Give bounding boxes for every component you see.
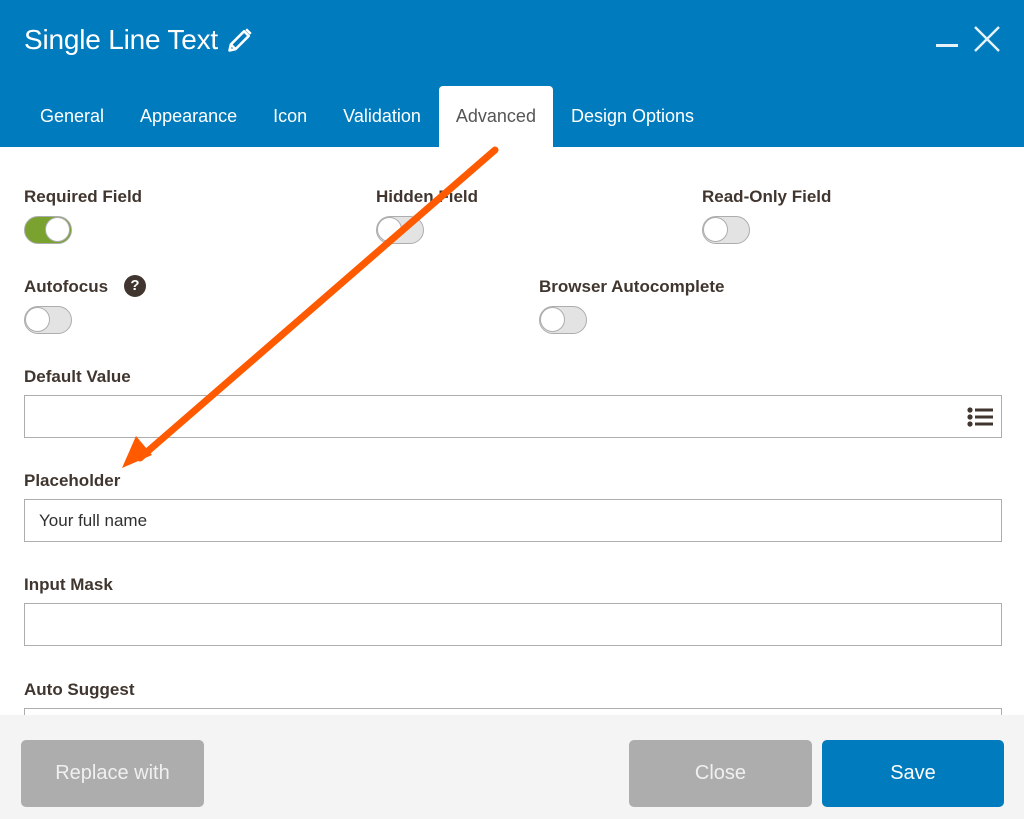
browser-autocomplete-toggle[interactable]: [539, 306, 587, 334]
required-field-label: Required Field: [24, 187, 143, 206]
list-icon[interactable]: [967, 406, 993, 428]
auto-suggest-field: [24, 708, 1002, 715]
auto-suggest-label: Auto Suggest: [24, 680, 135, 699]
hidden-field-toggle[interactable]: [376, 216, 424, 244]
default-value-input[interactable]: [25, 396, 1001, 437]
toggle-knob: [25, 307, 50, 332]
tab-icon[interactable]: Icon: [255, 86, 325, 147]
replace-with-button[interactable]: Replace with: [21, 740, 204, 807]
placeholder-label: Placeholder: [24, 471, 121, 490]
toggle-knob: [45, 217, 70, 242]
tab-design-options[interactable]: Design Options: [553, 86, 712, 147]
input-mask-field: [24, 603, 1002, 646]
input-mask-label: Input Mask: [24, 575, 113, 594]
tab-advanced[interactable]: Advanced: [438, 86, 553, 147]
advanced-panel: Required Field Hidden Field Read-Only Fi…: [0, 147, 1024, 715]
autofocus-toggle[interactable]: [24, 306, 72, 334]
tab-general[interactable]: General: [22, 86, 122, 147]
question-circle-icon[interactable]: ?: [124, 275, 146, 297]
pencil-icon[interactable]: [226, 26, 254, 54]
placeholder-input[interactable]: [25, 500, 1001, 541]
close-button[interactable]: Close: [629, 740, 812, 807]
autofocus-label: Autofocus: [24, 277, 109, 296]
dialog-title: Single Line Text: [24, 24, 254, 56]
dialog-header: Single Line Text General Appearance Icon…: [0, 0, 1024, 147]
dialog-title-text: Single Line Text: [24, 24, 218, 55]
browser-autocomplete-label: Browser Autocomplete: [539, 277, 725, 296]
minimize-icon[interactable]: [936, 44, 958, 47]
dialog-footer: Replace with Close Save: [0, 715, 1024, 819]
read-only-field-toggle[interactable]: [702, 216, 750, 244]
placeholder-field: [24, 499, 1002, 542]
required-field-toggle[interactable]: [24, 216, 72, 244]
toggle-knob: [377, 217, 402, 242]
close-icon[interactable]: [972, 24, 1002, 54]
toggle-knob: [703, 217, 728, 242]
save-button[interactable]: Save: [822, 740, 1004, 807]
tab-appearance[interactable]: Appearance: [122, 86, 255, 147]
tab-validation[interactable]: Validation: [325, 86, 439, 147]
default-value-label: Default Value: [24, 367, 131, 386]
hidden-field-label: Hidden Field: [376, 187, 478, 206]
default-value-field: [24, 395, 1002, 438]
toggle-knob: [540, 307, 565, 332]
tab-bar: General Appearance Icon Validation Advan…: [22, 86, 712, 147]
input-mask-input[interactable]: [25, 604, 1001, 645]
read-only-field-label: Read-Only Field: [702, 187, 832, 206]
